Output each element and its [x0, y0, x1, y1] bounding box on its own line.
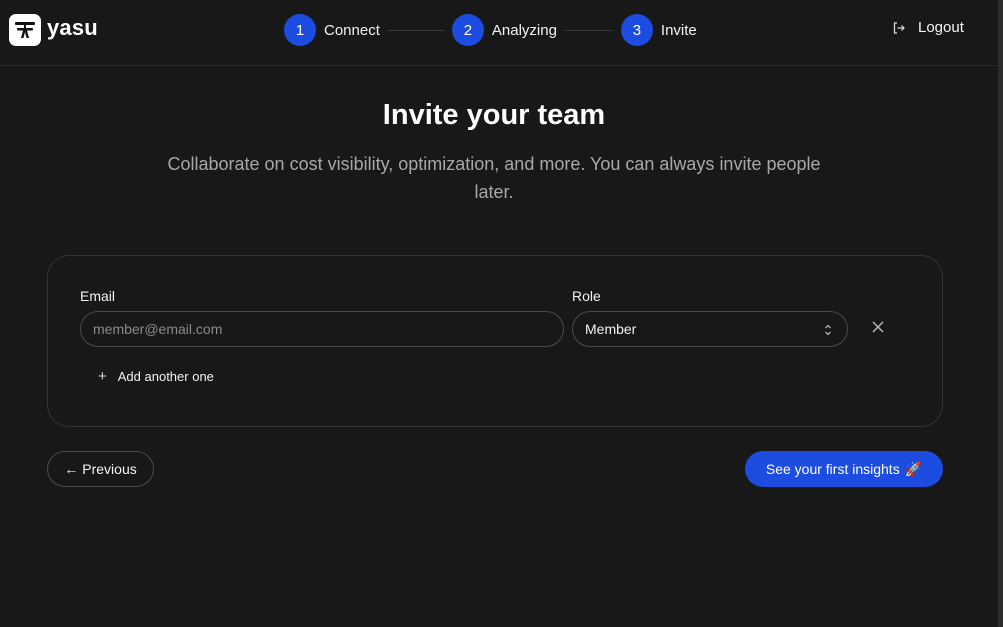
invite-card: Email Role Member + Add another one	[47, 255, 943, 427]
logout-label: Logout	[918, 19, 964, 36]
top-header: yasu 1 Connect 2 Analyzing 3 Invite Logo…	[0, 0, 998, 66]
chevron-up-down-icon	[825, 324, 831, 336]
email-label: Email	[80, 288, 116, 304]
step-analyzing: 2 Analyzing	[451, 14, 557, 46]
rocket-icon: 🚀	[904, 460, 923, 477]
logout-button[interactable]: Logout	[892, 19, 964, 36]
yasu-logo-icon	[9, 14, 41, 46]
step-label: Analyzing	[491, 21, 557, 39]
role-label: Role	[572, 288, 601, 304]
step-label: Invite	[660, 21, 697, 39]
step-connect: 1 Connect	[284, 14, 380, 46]
logout-icon	[893, 21, 905, 34]
app-name: yasu	[47, 15, 98, 40]
role-select[interactable]: Member	[572, 311, 848, 347]
arrow-left-icon: ←	[64, 461, 79, 477]
page-title: Invite your team	[382, 99, 606, 131]
step-number: 1	[284, 14, 316, 46]
add-another-label: Add another one	[117, 369, 214, 384]
step-invite: 3 Invite	[620, 14, 697, 46]
plus-icon: +	[98, 367, 107, 385]
see-insights-label: See your first insights	[765, 461, 900, 477]
email-input[interactable]	[80, 311, 564, 347]
page-subtitle: Collaborate on cost visibility, optimiza…	[167, 154, 821, 202]
step-number: 2	[451, 14, 484, 46]
app-logo[interactable]: yasu	[9, 14, 98, 46]
step-connector	[564, 29, 613, 31]
onboarding-page: yasu 1 Connect 2 Analyzing 3 Invite Logo…	[0, 0, 998, 627]
see-insights-button[interactable]: See your first insights 🚀	[745, 451, 943, 487]
onboarding-stepper: 1 Connect 2 Analyzing 3 Invite	[284, 14, 697, 46]
previous-button[interactable]: ← Previous	[47, 451, 154, 487]
step-number: 3	[620, 14, 653, 46]
role-select-value: Member	[585, 321, 637, 337]
previous-label: Previous	[82, 461, 137, 477]
add-another-button[interactable]: + Add another one	[98, 367, 214, 385]
close-icon[interactable]	[871, 320, 885, 334]
step-label: Connect	[324, 21, 380, 39]
step-connector	[387, 29, 444, 31]
window-edge	[998, 0, 1003, 627]
